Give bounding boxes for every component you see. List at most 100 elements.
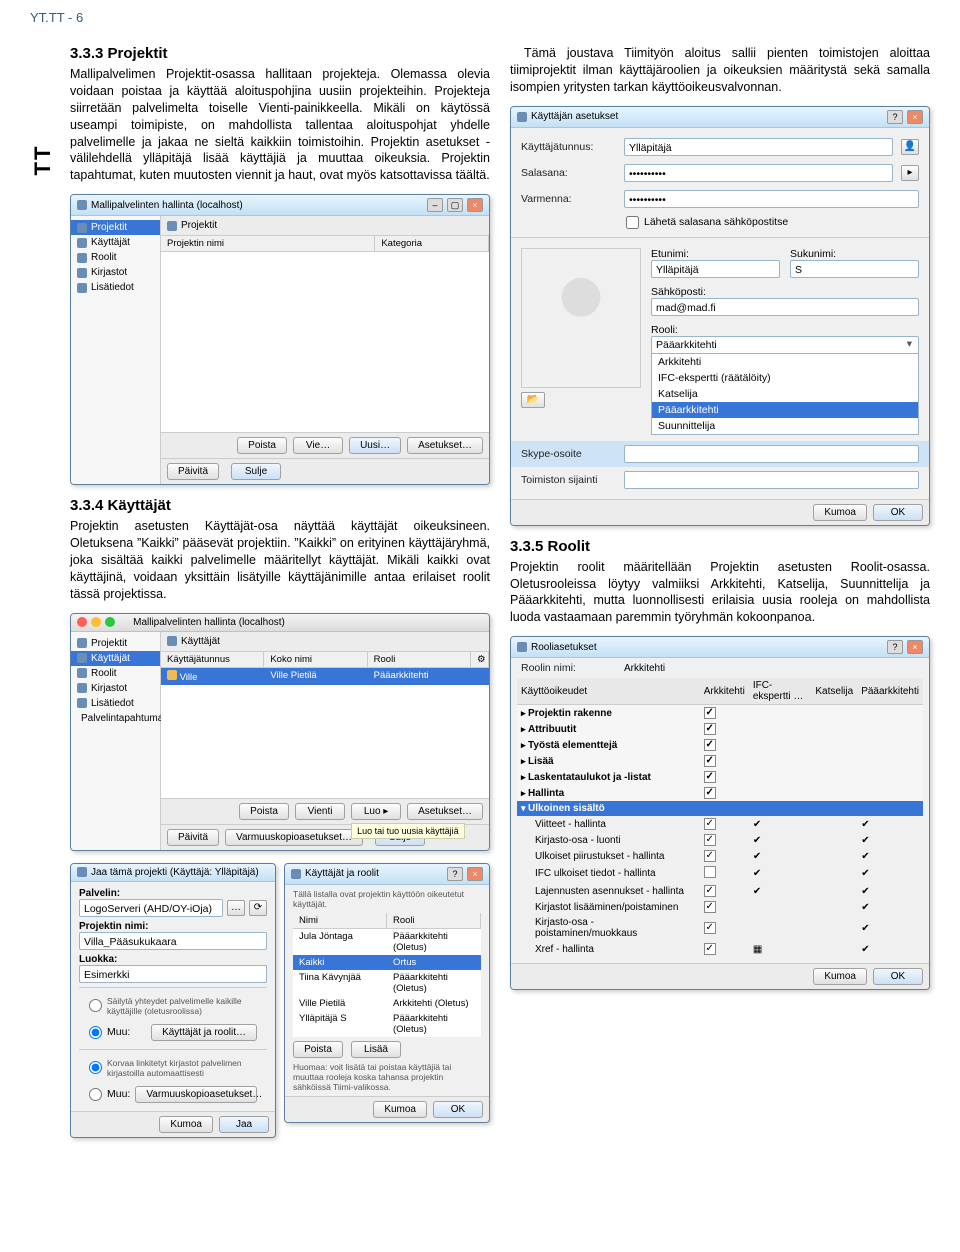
role-select[interactable]: Pääarkkitehti bbox=[651, 336, 919, 354]
sidebar-item-kirjastot[interactable]: Kirjastot bbox=[71, 681, 160, 696]
project-name-input[interactable]: Villa_Pääsukukaara bbox=[79, 932, 267, 950]
users-roles-button[interactable]: Käyttäjät ja roolit… bbox=[151, 1024, 257, 1041]
settings-button[interactable]: Asetukset… bbox=[407, 803, 483, 820]
perm-item[interactable]: Xref - hallinta▦ bbox=[517, 941, 923, 957]
perm-group[interactable]: Työstä elementtejä bbox=[517, 737, 923, 753]
sidebar-item-roolit[interactable]: Roolit bbox=[71, 666, 160, 681]
list-item[interactable]: Ville PietiläArkkitehti (Oletus) bbox=[293, 996, 481, 1011]
perm-item[interactable]: Lajennusten asennukset - hallinta bbox=[517, 883, 923, 899]
browse-icon[interactable]: … bbox=[227, 900, 245, 916]
opt-other-libs[interactable] bbox=[89, 1088, 102, 1101]
role-option[interactable]: Arkkitehti bbox=[652, 354, 918, 370]
office-input[interactable] bbox=[624, 471, 919, 489]
sidebar-item-projektit[interactable]: Projektit bbox=[71, 636, 160, 651]
close-button[interactable]: × bbox=[467, 867, 483, 881]
email-input[interactable]: mad@mad.fi bbox=[651, 298, 919, 316]
close-button[interactable]: Sulje bbox=[231, 463, 281, 480]
backup-settings-button[interactable]: Varmuuskopioasetukset… bbox=[225, 829, 363, 846]
mac-min-icon[interactable] bbox=[91, 617, 101, 627]
perm-item[interactable]: IFC ulkoiset tiedot - hallinta bbox=[517, 864, 923, 883]
perm-item[interactable]: Viitteet - hallinta bbox=[517, 816, 923, 832]
col-kategoria[interactable]: Kategoria bbox=[375, 236, 489, 251]
sidebar-item-kayttajat[interactable]: Käyttäjät bbox=[71, 651, 160, 666]
skype-input[interactable] bbox=[624, 445, 919, 463]
cancel-button[interactable]: Kumoa bbox=[813, 504, 867, 521]
role-option[interactable]: Pääarkkitehti bbox=[652, 402, 918, 418]
export-button[interactable]: Vienti bbox=[295, 803, 345, 820]
close-button[interactable]: × bbox=[907, 640, 923, 654]
col-ifc[interactable]: IFC-ekspertti … bbox=[749, 678, 812, 705]
refresh-button[interactable]: Päivitä bbox=[167, 829, 219, 846]
delete-button[interactable]: Poista bbox=[293, 1041, 343, 1058]
share-button[interactable]: Jaa bbox=[219, 1116, 269, 1133]
create-button[interactable]: Luo ▸ bbox=[351, 803, 401, 820]
sidebar-item-lisatiedot[interactable]: Lisätiedot bbox=[71, 696, 160, 711]
sidebar-item-lisatiedot[interactable]: Lisätiedot bbox=[71, 280, 160, 295]
class-input[interactable]: Esimerkki bbox=[79, 965, 267, 983]
perm-item[interactable]: Kirjasto-osa - luonti bbox=[517, 832, 923, 848]
perm-group[interactable]: Projektin rakenne bbox=[517, 705, 923, 722]
sidebar-item-projektit[interactable]: Projektit bbox=[71, 220, 160, 235]
perm-group-selected[interactable]: Ulkoinen sisältö bbox=[517, 801, 923, 816]
max-button[interactable]: ▢ bbox=[447, 198, 463, 212]
delete-button[interactable]: Poista bbox=[239, 803, 289, 820]
col-extra-icon[interactable]: ⚙ bbox=[471, 652, 489, 667]
col-projektin-nimi[interactable]: Projektin nimi bbox=[161, 236, 375, 251]
role-option[interactable]: IFC-ekspertti (räätälöity) bbox=[652, 370, 918, 386]
open-photo-icon[interactable]: 📂 bbox=[521, 392, 545, 408]
mac-close-icon[interactable] bbox=[77, 617, 87, 627]
perm-item[interactable]: Kirjasto-osa - poistaminen/muokkaus bbox=[517, 915, 923, 941]
perm-item[interactable]: Kirjastot lisääminen/poistaminen bbox=[517, 899, 923, 915]
help-button[interactable]: ? bbox=[447, 867, 463, 881]
perm-group[interactable]: Laskentataulukot ja -listat bbox=[517, 769, 923, 785]
perm-group[interactable]: Hallinta bbox=[517, 785, 923, 801]
settings-button[interactable]: Asetukset… bbox=[407, 437, 483, 454]
col-nimi[interactable]: Nimi bbox=[293, 913, 387, 928]
list-item[interactable]: Jula JöntagaPääarkkitehti (Oletus) bbox=[293, 929, 481, 955]
opt-all-users[interactable] bbox=[89, 999, 102, 1012]
lastname-input[interactable]: S bbox=[790, 260, 919, 278]
perm-item[interactable]: Ulkoiset piirustukset - hallinta bbox=[517, 848, 923, 864]
opt-other-users[interactable] bbox=[89, 1026, 102, 1039]
new-button[interactable]: Uusi… bbox=[349, 437, 401, 454]
ok-button[interactable]: OK bbox=[873, 504, 923, 521]
close-button[interactable]: × bbox=[907, 110, 923, 124]
list-item[interactable]: Ylläpitäjä SPääarkkitehti (Oletus) bbox=[293, 1011, 481, 1037]
col-rooli[interactable]: Rooli bbox=[368, 652, 471, 667]
export-button[interactable]: Vie… bbox=[293, 437, 343, 454]
sidebar-item-kirjastot[interactable]: Kirjastot bbox=[71, 265, 160, 280]
refresh-button[interactable]: Päivitä bbox=[167, 463, 219, 480]
sidebar-item-palvelintapahtumat[interactable]: Palvelintapahtumat bbox=[71, 711, 160, 726]
help-button[interactable]: ? bbox=[887, 110, 903, 124]
password-input[interactable]: •••••••••• bbox=[624, 164, 893, 182]
backup-settings-button[interactable]: Varmuuskopioasetukset… bbox=[135, 1086, 257, 1103]
col-rooli[interactable]: Rooli bbox=[387, 913, 481, 928]
reveal-icon[interactable]: ▸ bbox=[901, 165, 919, 181]
user-picker-icon[interactable]: 👤 bbox=[901, 139, 919, 155]
add-button[interactable]: Lisää bbox=[351, 1041, 401, 1058]
user-row[interactable]: Ville Ville Pietilä Pääarkkitehti bbox=[161, 668, 489, 685]
ok-button[interactable]: OK bbox=[873, 968, 923, 985]
perm-group[interactable]: Attribuutit bbox=[517, 721, 923, 737]
col-katselija[interactable]: Katselija bbox=[811, 678, 857, 705]
col-kokonimi[interactable]: Koko nimi bbox=[264, 652, 367, 667]
cancel-button[interactable]: Kumoa bbox=[373, 1101, 427, 1118]
firstname-input[interactable]: Ylläpitäjä bbox=[651, 260, 780, 278]
list-item[interactable]: KaikkiOrtus bbox=[293, 955, 481, 970]
sidebar-item-kayttajat[interactable]: Käyttäjät bbox=[71, 235, 160, 250]
send-email-checkbox[interactable] bbox=[626, 216, 639, 229]
opt-replace-libs[interactable] bbox=[89, 1061, 102, 1074]
col-kayttajatunnus[interactable]: Käyttäjätunnus bbox=[161, 652, 264, 667]
role-option[interactable]: Suunnittelija bbox=[652, 418, 918, 434]
ok-button[interactable]: OK bbox=[433, 1101, 483, 1118]
role-option[interactable]: Katselija bbox=[652, 386, 918, 402]
col-permission[interactable]: Käyttöoikeudet bbox=[517, 678, 700, 705]
sidebar-item-roolit[interactable]: Roolit bbox=[71, 250, 160, 265]
col-paaarkkitehti[interactable]: Pääarkkitehti bbox=[857, 678, 923, 705]
cancel-button[interactable]: Kumoa bbox=[813, 968, 867, 985]
delete-button[interactable]: Poista bbox=[237, 437, 287, 454]
confirm-input[interactable]: •••••••••• bbox=[624, 190, 919, 208]
cancel-button[interactable]: Kumoa bbox=[159, 1116, 213, 1133]
perm-group[interactable]: Lisää bbox=[517, 753, 923, 769]
username-input[interactable]: Ylläpitäjä bbox=[624, 138, 893, 156]
